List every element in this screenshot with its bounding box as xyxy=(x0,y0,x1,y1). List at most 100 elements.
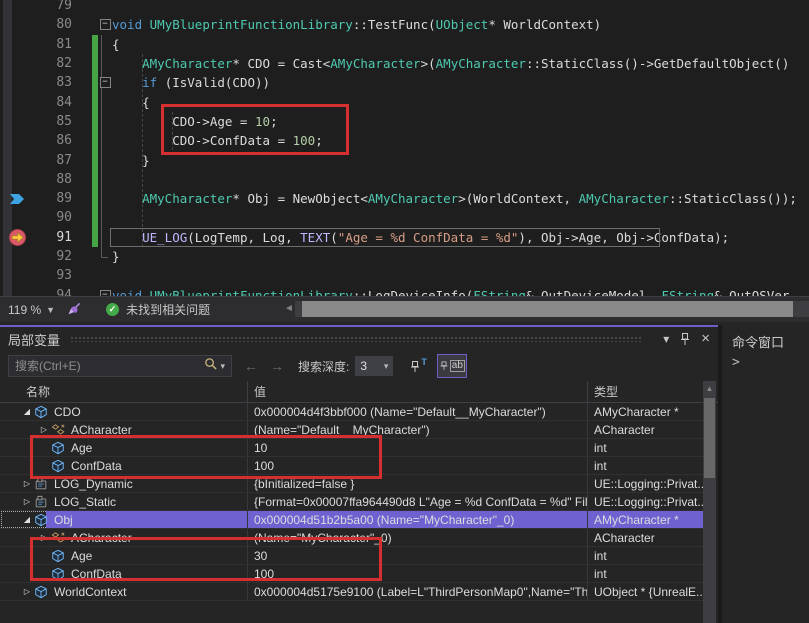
pin-to-source-icon[interactable]: T xyxy=(409,359,427,373)
code-cleanup-broom-icon[interactable] xyxy=(67,302,82,317)
code-line-94[interactable]: 94−void UMyBlueprintFunctionLibrary::Log… xyxy=(0,285,809,296)
line-number: 89 xyxy=(30,191,72,206)
search-icon[interactable] xyxy=(204,357,217,375)
variable-name: CDO xyxy=(54,405,81,419)
expander-icon[interactable]: ▷ xyxy=(37,425,51,434)
navigate-back-arrow-icon[interactable]: ← xyxy=(244,358,258,374)
variable-value[interactable]: (Name="Default__MyCharacter") xyxy=(248,421,588,438)
variable-row-Age[interactable]: Age30int xyxy=(0,547,703,565)
change-tracking-bar xyxy=(92,170,98,189)
locals-title-bar[interactable]: 局部变量 ▾ × xyxy=(0,327,718,351)
variable-type: UE::Logging::Privat... xyxy=(588,475,703,492)
code-line-84[interactable]: 84 { xyxy=(0,92,809,111)
expander-icon[interactable]: ▷ xyxy=(20,587,34,596)
variable-row-CDO[interactable]: ◢ CDO 0x000004d4f3bbf000 (Name="Default__M… xyxy=(0,403,703,421)
pin-icon[interactable] xyxy=(679,332,691,346)
line-number: 85 xyxy=(30,114,72,129)
fold-toggle-icon[interactable]: − xyxy=(100,19,111,30)
variable-value[interactable]: 10 xyxy=(248,439,588,456)
variable-row-ConfData[interactable]: ConfData100int xyxy=(0,457,703,475)
variable-name: LOG_Dynamic xyxy=(54,477,133,491)
code-text: UE_LOG(LogTemp, Log, TEXT("Age = %d Conf… xyxy=(112,230,809,245)
fold-toggle-icon[interactable]: − xyxy=(100,77,111,88)
show-pinned-values-toggle-icon[interactable]: ab xyxy=(437,354,467,378)
bookmark-icon[interactable] xyxy=(0,193,30,205)
code-lines: 7980−void UMyBlueprintFunctionLibrary::T… xyxy=(0,0,809,296)
variable-value[interactable]: 0x000004d5175e9100 (Label=L"ThirdPersonM… xyxy=(248,583,588,600)
variable-row-LOG_Dynamic[interactable]: ▷ LOG_Dynamic {bInitialized=false }UE::Log… xyxy=(0,475,703,493)
variable-value[interactable]: {bInitialized=false } xyxy=(248,475,588,492)
code-line-82[interactable]: 82 AMyCharacter* CDO = Cast<AMyCharacter… xyxy=(0,54,809,73)
horizontal-scrollbar[interactable] xyxy=(295,301,809,317)
change-tracking-bar xyxy=(92,247,98,266)
editor-status-bar: 119 % ▼ ✓ 未找到相关问题 ◄ xyxy=(0,296,809,322)
code-line-79[interactable]: 79 xyxy=(0,0,809,15)
search-input[interactable] xyxy=(9,359,204,373)
variable-value[interactable]: 100 xyxy=(248,565,588,582)
code-editor[interactable]: 7980−void UMyBlueprintFunctionLibrary::T… xyxy=(0,0,809,296)
variable-value[interactable]: 0x000004d51b2b5a00 (Name="MyCharacter"_0… xyxy=(248,511,588,528)
vertical-scrollbar[interactable]: ▲ xyxy=(703,381,716,623)
code-line-87[interactable]: 87 } xyxy=(0,150,809,169)
code-line-93[interactable]: 93 xyxy=(0,266,809,285)
column-header-type[interactable]: 类型 xyxy=(588,381,718,402)
horizontal-scrollbar-thumb[interactable] xyxy=(302,301,793,317)
code-text: AMyCharacter* Obj = NewObject<AMyCharact… xyxy=(112,191,809,206)
scroll-up-arrow[interactable]: ▲ xyxy=(703,384,716,393)
close-icon[interactable]: × xyxy=(701,332,710,346)
variable-row-LOG_Static[interactable]: ▷LOG_Static{Format=0x00007ffa964490d8 L"… xyxy=(0,493,703,511)
code-line-92[interactable]: 92} xyxy=(0,247,809,266)
search-box[interactable]: ▾ xyxy=(8,355,232,377)
line-number: 91 xyxy=(30,230,72,245)
line-number: 84 xyxy=(30,95,72,110)
vertical-scrollbar-thumb[interactable] xyxy=(704,398,715,478)
code-line-85[interactable]: 85 CDO->Age = 10; xyxy=(0,112,809,131)
expander-icon[interactable]: ▷ xyxy=(20,497,34,506)
search-options-chevron-icon[interactable]: ▾ xyxy=(220,361,225,372)
code-line-88[interactable]: 88 xyxy=(0,170,809,189)
variable-value[interactable]: (Name="MyCharacter"_0) xyxy=(248,529,588,546)
zoom-dropdown[interactable]: 119 % ▼ xyxy=(0,297,63,322)
code-line-81[interactable]: 81{ xyxy=(0,35,809,54)
variable-name: WorldContext xyxy=(54,585,126,599)
variable-value[interactable]: {Format=0x00007ffa964490d8 L"Age = %d Co… xyxy=(248,493,588,510)
code-line-89[interactable]: 89 AMyCharacter* Obj = NewObject<AMyChar… xyxy=(0,189,809,208)
search-depth-dropdown[interactable]: 3 ▾ xyxy=(355,356,393,376)
window-position-chevron-icon[interactable]: ▾ xyxy=(663,332,669,346)
variable-type: ACharacter xyxy=(588,529,703,546)
fold-toggle-icon[interactable]: − xyxy=(100,290,111,296)
command-prompt[interactable]: > xyxy=(722,355,809,370)
search-depth-label: 搜索深度: xyxy=(298,358,349,375)
expander-icon[interactable]: ▷ xyxy=(20,479,34,488)
line-number: 82 xyxy=(30,56,72,71)
expander-icon[interactable]: ◢ xyxy=(20,407,34,416)
change-tracking-bar xyxy=(92,35,98,54)
expander-icon[interactable]: ◢ xyxy=(20,515,34,524)
variable-type: UE::Logging::Privat... xyxy=(588,493,703,510)
health-status-text[interactable]: 未找到相关问题 xyxy=(126,301,210,318)
code-line-83[interactable]: 83− if (IsValid(CDO)) xyxy=(0,73,809,92)
variable-row-ConfData[interactable]: ConfData100int xyxy=(0,565,703,583)
variable-row-ACharacter[interactable]: ▷ACharacter(Name="MyCharacter"_0)ACharac… xyxy=(0,529,703,547)
expander-icon[interactable]: ▷ xyxy=(37,533,51,542)
column-header-name[interactable]: 名称 xyxy=(0,381,248,402)
code-line-91[interactable]: 91 UE_LOG(LogTemp, Log, TEXT("Age = %d C… xyxy=(0,228,809,247)
variable-value[interactable]: 100 xyxy=(248,457,588,474)
variable-value[interactable]: 0x000004d4f3bbf000 (Name="Default__MyCha… xyxy=(248,403,588,420)
code-line-80[interactable]: 80−void UMyBlueprintFunctionLibrary::Tes… xyxy=(0,15,809,34)
command-window-panel[interactable]: 命令窗口 > xyxy=(722,325,809,623)
current-statement-icon[interactable] xyxy=(0,229,30,246)
code-line-86[interactable]: 86 CDO->ConfData = 100; xyxy=(0,131,809,150)
struct-icon xyxy=(34,477,51,491)
variable-row-Obj[interactable]: ◢Obj0x000004d51b2b5a00 (Name="MyCharacte… xyxy=(0,511,703,529)
navigate-forward-arrow-icon[interactable]: → xyxy=(270,358,284,374)
scroll-left-arrow[interactable]: ◄ xyxy=(284,303,294,314)
column-header-value[interactable]: 值 xyxy=(248,381,588,402)
variable-row-Age[interactable]: Age10int xyxy=(0,439,703,457)
variable-row-WorldContext[interactable]: ▷ WorldContext 0x000004d5175e9100 (Label=L… xyxy=(0,583,703,601)
change-tracking-bar xyxy=(92,92,98,111)
variable-row-ACharacter[interactable]: ▷ACharacter(Name="Default__MyCharacter")… xyxy=(0,421,703,439)
code-line-90[interactable]: 90 xyxy=(0,208,809,227)
change-tracking-bar xyxy=(92,208,98,227)
variable-value[interactable]: 30 xyxy=(248,547,588,564)
